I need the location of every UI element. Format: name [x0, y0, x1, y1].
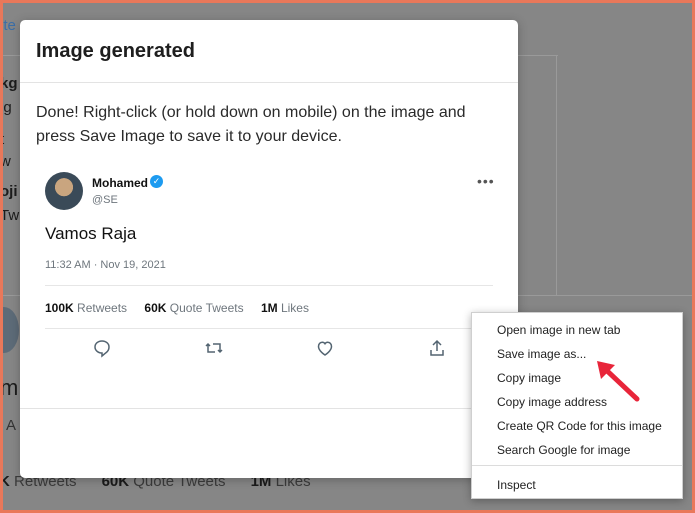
image-generated-dialog: Image generated Done! Right-click (or ho…: [20, 20, 518, 478]
menu-item-copy-image[interactable]: Copy image: [497, 371, 561, 385]
stat-count: 60K: [144, 301, 167, 315]
reply-icon[interactable]: [92, 338, 112, 358]
stat-quote-tweets: 60K Quote Tweets: [144, 301, 243, 315]
menu-item-open-image-new-tab[interactable]: Open image in new tab: [497, 323, 620, 337]
bg-text-fragment: Tw: [3, 207, 20, 224]
bg-text-fragment: w: [3, 153, 11, 170]
avatar: [45, 172, 83, 210]
menu-item-copy-image-address[interactable]: Copy image address: [497, 395, 607, 409]
context-menu: Open image in new tab Save image as... C…: [471, 312, 683, 499]
bg-text-fragment: kg: [3, 75, 18, 92]
tweet-timestamp: 11:32 AM · Nov 19, 2021: [45, 259, 166, 271]
screen: ite kg ig t w oji Tw m A Do K Retweets 6…: [3, 3, 692, 510]
stat-count: 1M: [260, 301, 278, 315]
dialog-header-divider: [20, 82, 518, 83]
bg-text-fragment: A: [6, 417, 17, 434]
dialog-footer-divider: [20, 408, 518, 409]
bg-text-fragment: t: [3, 131, 4, 148]
bg-text-fragment: ig: [3, 99, 12, 116]
stat-label: Likes: [280, 301, 309, 315]
stat-retweets: 100K Retweets: [45, 301, 127, 315]
menu-item-search-google-image[interactable]: Search Google for image: [497, 443, 630, 457]
dialog-title: Image generated: [36, 40, 195, 62]
bg-text-fragment: oji: [3, 183, 18, 200]
verified-badge-icon: ✓: [150, 175, 163, 188]
stat-likes: 1M Likes: [261, 301, 309, 315]
bg-stat-count: K: [3, 473, 10, 490]
like-icon[interactable]: [315, 338, 335, 358]
dialog-description: Done! Right-click (or hold down on mobil…: [36, 104, 466, 145]
stat-label: Quote Tweets: [169, 301, 244, 315]
tweet-text: Vamos Raja: [45, 224, 137, 243]
share-icon[interactable]: [427, 338, 447, 358]
menu-separator: [472, 465, 682, 466]
bg-divider: [556, 55, 557, 295]
bg-link-fragment: ite: [3, 17, 16, 34]
tweet-stats: 100K Retweets 60K Quote Tweets 1M Likes: [45, 301, 323, 315]
stat-label: Retweets: [77, 301, 128, 315]
tweet-divider: [45, 285, 493, 286]
tweet-divider: [45, 328, 493, 329]
menu-item-create-qr-code[interactable]: Create QR Code for this image: [497, 419, 662, 433]
bg-avatar: [3, 307, 19, 353]
author-name: Mohamed: [92, 176, 149, 190]
annotation-arrow-icon: [597, 361, 640, 402]
retweet-icon[interactable]: [204, 338, 224, 358]
author-handle: @SE: [92, 194, 118, 206]
more-options-icon[interactable]: •••: [477, 173, 495, 189]
stat-count: 100K: [45, 301, 74, 315]
menu-item-save-image-as[interactable]: Save image as...: [497, 347, 586, 361]
menu-item-inspect[interactable]: Inspect: [497, 478, 536, 492]
bg-text-fragment: m: [3, 375, 19, 400]
